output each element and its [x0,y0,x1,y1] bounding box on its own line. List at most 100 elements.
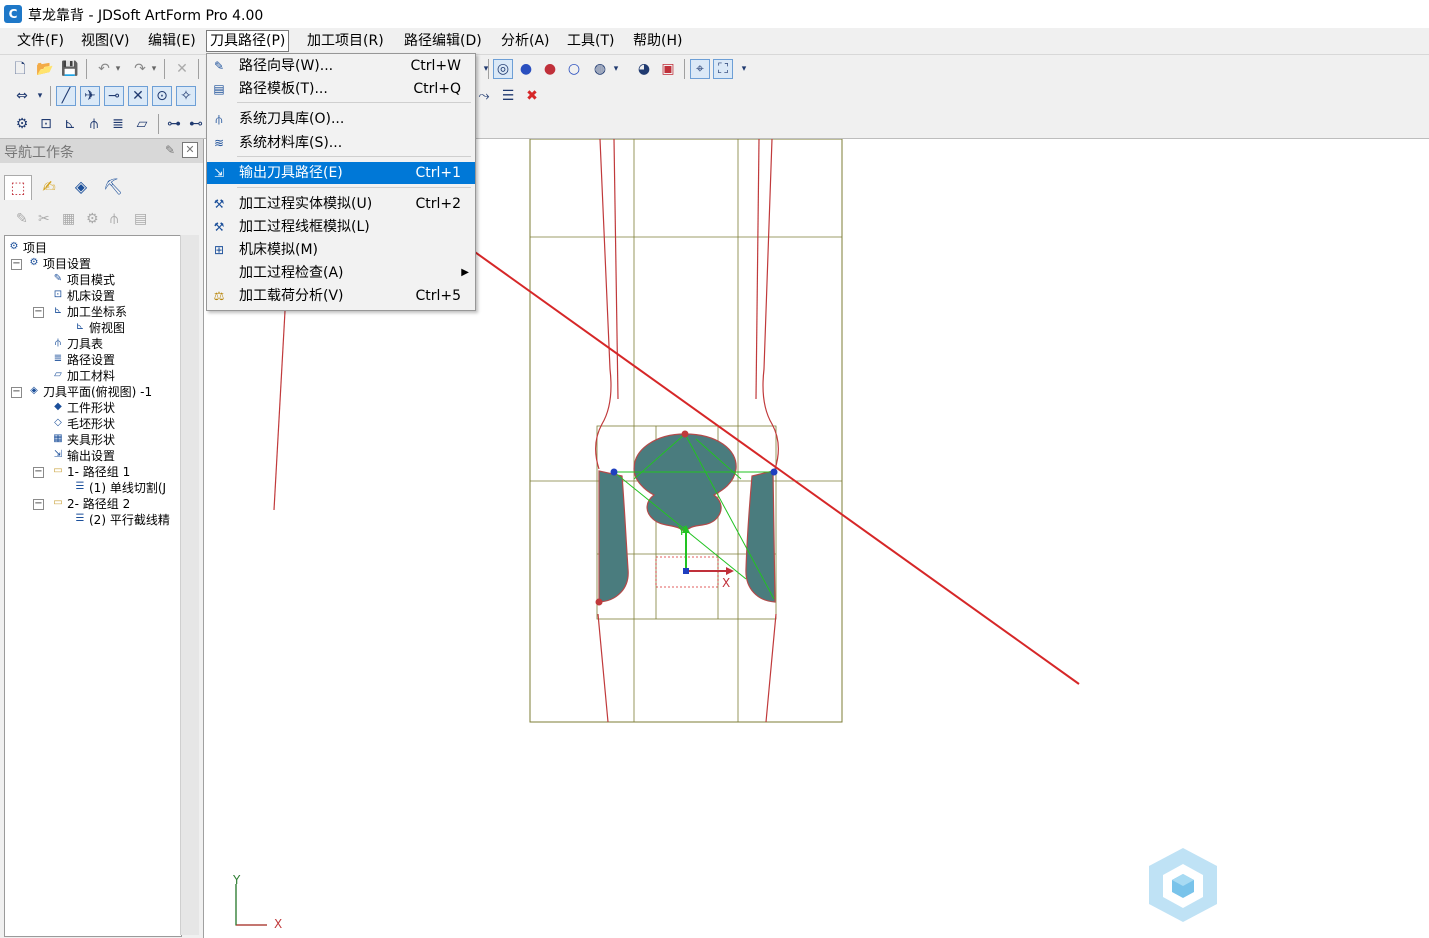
wireframe-view-icon[interactable]: ◎ [493,59,513,79]
machine-sim-icon: ⊞ [213,243,225,257]
delete-icon[interactable]: ✕ [172,59,192,79]
shaded-red-icon[interactable]: ● [540,59,560,79]
menu-help[interactable]: 帮助(H) [630,31,685,51]
menu-item-solid-simulation[interactable]: ⚒ 加工过程实体模拟(U) Ctrl+2 [207,193,475,215]
menu-item-machine-simulation[interactable]: ⊞ 机床模拟(M) [207,239,475,261]
menu-item-material-library[interactable]: ≋ 系统材料库(S)... [207,132,475,154]
menu-item-process-check[interactable]: 加工过程检查(A) ▶ [207,262,475,284]
menu-item-tool-library[interactable]: ⫛ 系统刀具库(O)... [207,108,475,130]
tree-item-fixture-shape[interactable]: ▦ 夹具形状 [51,432,115,448]
menu-file[interactable]: 文件(F) [14,31,67,51]
select-mode-icon[interactable]: ⌖ [690,59,710,79]
local-x-label: X [722,576,731,590]
path-icon: ☰ [75,513,85,524]
coordinate-system-icon[interactable]: ⊾ [60,114,80,134]
tree-item-workpiece-shape[interactable]: ◆ 工件形状 [51,400,115,416]
tree-scrollbar[interactable] [180,235,199,935]
snap-center-icon[interactable]: ⊙ [152,86,172,106]
snap-tangent-icon[interactable]: ✈ [80,86,100,106]
menu-item-path-template[interactable]: ▤ 路径模板(T)... Ctrl+Q [207,78,475,100]
close-icon[interactable]: ✕ [182,142,198,158]
render-dropdown-icon[interactable]: ▾ [606,59,626,79]
tree-item-project-mode[interactable]: ✎ 项目模式 [51,272,115,288]
new-file-icon[interactable]: 🗋 [10,59,30,79]
snap-intersection-icon[interactable]: ✕ [128,86,148,106]
tree-item-single-line-cut[interactable]: ☰ (1) 单线切割(J [73,480,167,496]
pin-icon[interactable]: ✎ [165,143,175,157]
origin-point [683,568,689,574]
undo-dropdown-icon[interactable]: ▾ [108,59,128,79]
tree-item-path-group-1[interactable]: − ▭ 1- 路径组 1 [33,464,130,480]
menu-path-edit[interactable]: 路径编辑(D) [401,31,485,51]
tree-item-tool-table[interactable]: ⫛ 刀具表 [51,336,103,352]
nav-tool-2-icon[interactable]: ✂ [38,211,50,227]
shaded-blue-icon[interactable]: ● [516,59,536,79]
blank-icon: ◇ [54,417,62,428]
artform-logo-icon: C [4,5,22,23]
collapse-icon[interactable]: − [33,307,44,318]
fixture-icon: ▦ [53,433,63,444]
menu-item-path-wizard[interactable]: ✎ 路径向导(W)... Ctrl+W [207,55,475,77]
nav-tool-6-icon[interactable]: ▤ [134,211,147,227]
menu-item-load-analysis[interactable]: ⚖ 加工载荷分析(V) Ctrl+5 [207,285,475,307]
menu-view[interactable]: 视图(V) [78,31,133,51]
menu-project[interactable]: 加工项目(R) [304,31,387,51]
delete-path-icon[interactable]: ✖ [522,86,542,106]
menu-tools[interactable]: 工具(T) [564,31,617,51]
redo-dropdown-icon[interactable]: ▾ [144,59,164,79]
material-icon[interactable]: ▱ [132,114,152,134]
layer-tab-icon[interactable]: ◈ [68,175,94,199]
cube-view-icon[interactable]: ▣ [658,59,678,79]
tree-item-coordinate-system[interactable]: − ⊾ 加工坐标系 [33,304,127,320]
tree-item-path-group-2[interactable]: − ▭ 2- 路径组 2 [33,496,130,512]
open-file-icon[interactable]: 📂 [35,59,55,79]
path-tree-icon[interactable]: ⊶ [164,114,184,134]
move-dropdown-icon[interactable]: ▾ [30,86,50,106]
tree-item-project[interactable]: ⚙ 项目 [7,240,48,256]
path-setting-icon[interactable]: ≣ [108,114,128,134]
project-icon: ⚙ [9,241,19,252]
snap-quadrant-icon[interactable]: ✧ [176,86,196,106]
edit-tab-icon[interactable]: ✍ [36,175,62,199]
menu-toolpath[interactable]: 刀具路径(P) [206,30,290,52]
path-trim-icon[interactable]: ⤳ [474,86,494,106]
machine-setup-icon[interactable]: ⊡ [36,114,56,134]
tree-item-machine-setup[interactable]: ⊡ 机床设置 [51,288,115,304]
project-setup-icon[interactable]: ⚙ [12,114,32,134]
material-sphere-icon[interactable]: ◕ [634,59,654,79]
move-icon[interactable]: ⇔ [12,86,32,106]
nav-tool-4-icon[interactable]: ⚙ [86,211,99,227]
tree-item-blank-shape[interactable]: ◇ 毛坯形状 [51,416,115,432]
path-list-icon[interactable]: ☰ [498,86,518,106]
menu-edit[interactable]: 编辑(E) [145,31,199,51]
outline-sphere-icon[interactable]: ○ [564,59,584,79]
tree-item-tool-plane[interactable]: − ◈ 刀具平面(俯视图) -1 [11,384,152,400]
collapse-icon[interactable]: − [33,499,44,510]
collapse-icon[interactable]: − [11,259,22,270]
collapse-icon[interactable]: − [33,467,44,478]
nav-tool-3-icon[interactable]: ▦ [62,211,75,227]
project-tab-icon[interactable]: ⬚ [4,175,32,200]
pick-mode-icon[interactable]: ⛶ [713,59,733,79]
tree-item-parallel-finish[interactable]: ☰ (2) 平行截线精 [73,512,170,528]
menu-analysis[interactable]: 分析(A) [498,31,553,51]
tree-item-material[interactable]: ▱ 加工材料 [51,368,115,384]
snap-line-icon[interactable]: ╱ [56,86,76,106]
tree-item-project-settings[interactable]: − ⚙ 项目设置 [11,256,91,272]
project-tree: ⚙ 项目 − ⚙ 项目设置 ✎ 项目模式 ⊡ 机床设置 − ⊾ 加工坐标系 ⊾ 俯视图 ⫛ 刀具表… [4,235,182,937]
path-group-icon[interactable]: ⊷ [186,114,206,134]
tree-item-output-settings[interactable]: ⇲ 输出设置 [51,448,115,464]
tool-table-icon[interactable]: ⫛ [84,114,104,134]
tree-item-top-view[interactable]: ⊾ 俯视图 [73,320,125,336]
tree-item-path-settings[interactable]: ≣ 路径设置 [51,352,115,368]
save-icon[interactable]: 💾 [60,59,80,79]
menu-item-wireframe-simulation[interactable]: ⚒ 加工过程线框模拟(L) [207,216,475,238]
nav-tool-5-icon[interactable]: ⫛ [110,211,118,227]
nav-tool-1-icon[interactable]: ✎ [16,211,28,227]
pick-dropdown-icon[interactable]: ▾ [734,59,754,79]
tool-tab-icon[interactable]: ⛏ [100,175,126,199]
menu-item-export-toolpath[interactable]: ⇲ 输出刀具路径(E) Ctrl+1 [207,162,475,184]
collapse-icon[interactable]: − [11,387,22,398]
load-analysis-icon: ⚖ [213,289,225,303]
snap-midpoint-icon[interactable]: ⊸ [104,86,124,106]
